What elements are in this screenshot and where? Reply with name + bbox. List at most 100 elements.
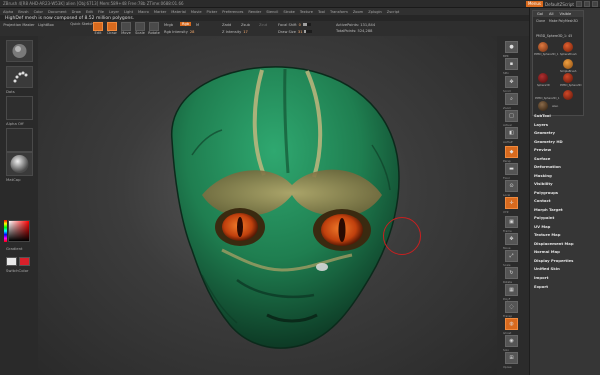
hue-strip[interactable]	[4, 220, 7, 242]
tool-thumb-6[interactable]	[563, 90, 573, 100]
tab-gol[interactable]: Gol	[537, 12, 543, 16]
secondary-color-swatch[interactable]	[19, 257, 30, 266]
close-icon[interactable]	[592, 1, 598, 7]
menu-file[interactable]: File	[98, 10, 104, 14]
menu-subtool[interactable]: SubTool	[534, 113, 551, 118]
alpha-picker[interactable]	[6, 96, 33, 120]
clone-button[interactable]: Clone	[536, 19, 545, 23]
menu-edit[interactable]: Edit	[86, 10, 93, 14]
menu-masking[interactable]: Masking	[534, 173, 552, 178]
menu-geometry-hd[interactable]: Geometry HD	[534, 139, 563, 144]
menu-uv-map[interactable]: UV Map	[534, 224, 550, 229]
menu-morph-target[interactable]: Morph Target	[534, 207, 563, 212]
persp-button[interactable]: ◆	[505, 146, 518, 158]
rotate-view-button[interactable]: ↻	[505, 267, 518, 279]
rgb-intensity-slider[interactable]: Rgb Intensity 28	[164, 29, 194, 34]
draw-size-slider[interactable]: Draw Size 31	[278, 29, 313, 34]
xpose-button[interactable]: ⊞	[505, 352, 518, 364]
zsub-toggle[interactable]: Zsub	[241, 23, 250, 27]
local-button[interactable]: ⊙	[505, 180, 518, 192]
tool-thumb-alien[interactable]	[538, 101, 548, 111]
scale-view-button[interactable]: ⤢	[505, 250, 518, 262]
tool-thumb-1[interactable]	[538, 42, 548, 52]
color-picker[interactable]	[8, 220, 30, 242]
menu-geometry[interactable]: Geometry	[534, 130, 555, 135]
menu-unified-skin[interactable]: Unified Skin	[534, 266, 560, 271]
gradient-label[interactable]: Gradient	[6, 246, 23, 251]
solo-button[interactable]: ◉	[505, 335, 518, 347]
menu-contact[interactable]: Contact	[534, 198, 551, 203]
alien-head-sculpt[interactable]	[52, 45, 482, 370]
m-toggle[interactable]: M	[196, 23, 199, 27]
minimize-icon[interactable]	[576, 1, 582, 7]
menu-preview[interactable]: Preview	[534, 147, 551, 152]
menu-light[interactable]: Light	[124, 10, 133, 14]
menu-transform[interactable]: Transform	[330, 10, 348, 14]
menu-export[interactable]: Export	[534, 284, 548, 289]
tool-thumb-2[interactable]	[563, 42, 573, 52]
stroke-picker[interactable]	[6, 66, 33, 88]
zadd-toggle[interactable]: Zadd	[222, 23, 231, 27]
menu-normal-map[interactable]: Normal Map	[534, 249, 560, 254]
quick-sketch-button[interactable]: Quick Sketch	[70, 22, 93, 26]
scale-button[interactable]: Scale	[134, 22, 146, 35]
menu-layer[interactable]: Layer	[109, 10, 119, 14]
rotate-button[interactable]: Rotate	[148, 22, 160, 35]
make-polymesh-button[interactable]: Make PolyMesh3D	[549, 19, 578, 23]
menu-preferences[interactable]: Preferences	[222, 10, 243, 14]
menu-polygroups[interactable]: Polygroups	[534, 190, 558, 195]
floor-button[interactable]: ▬	[505, 163, 518, 175]
menu-layers[interactable]: Layers	[534, 122, 548, 127]
menu-alpha[interactable]: Alpha	[3, 10, 13, 14]
menu-tool[interactable]: Tool	[318, 10, 325, 14]
zcut-toggle[interactable]: Zcut	[259, 23, 267, 27]
menu-movie[interactable]: Movie	[191, 10, 202, 14]
menu-document[interactable]: Document	[48, 10, 67, 14]
menu-visibility[interactable]: Visibility	[534, 181, 553, 186]
script-label[interactable]: DefaultZScript	[545, 2, 574, 7]
mrgb-toggle[interactable]: Mrgb	[164, 23, 173, 27]
menu-marker[interactable]: Marker	[154, 10, 166, 14]
brush-picker[interactable]	[6, 40, 33, 62]
spix-button[interactable]: ▪	[505, 58, 518, 70]
focal-shift-slider[interactable]: Focal Shift 0	[278, 22, 311, 27]
rgb-toggle[interactable]: Rgb	[180, 22, 192, 26]
menu-render[interactable]: Render	[248, 10, 261, 14]
frame-button[interactable]: ▣	[505, 216, 518, 228]
polyf-button[interactable]: ▦	[505, 284, 518, 296]
menu-zplugin[interactable]: Zplugin	[368, 10, 382, 14]
switch-color-label[interactable]: SwitchColor	[6, 268, 28, 273]
menu-draw[interactable]: Draw	[72, 10, 81, 14]
menu-picker[interactable]: Picker	[207, 10, 218, 14]
move-button[interactable]: Move	[120, 22, 132, 35]
menu-macro[interactable]: Macro	[138, 10, 149, 14]
menu-zoom[interactable]: Zoom	[353, 10, 363, 14]
xyz-button[interactable]: ✛	[505, 197, 518, 209]
menu-surface[interactable]: Surface	[534, 156, 550, 161]
tool-thumb-5[interactable]	[563, 73, 573, 83]
menu-material[interactable]: Material	[171, 10, 186, 14]
draw-button[interactable]: Draw	[106, 22, 118, 35]
menu-zscript[interactable]: Zscript	[387, 10, 399, 14]
primary-color-swatch[interactable]	[6, 257, 17, 266]
edit-button[interactable]: Edit	[92, 22, 104, 35]
material-picker[interactable]	[6, 152, 33, 176]
tool-thumb-4[interactable]	[538, 73, 548, 83]
ghost-button[interactable]: ◍	[505, 318, 518, 330]
menu-stencil[interactable]: Stencil	[266, 10, 278, 14]
menu-deformation[interactable]: Deformation	[534, 164, 561, 169]
lightbox-button[interactable]: LightBox	[35, 23, 57, 27]
menu-stroke[interactable]: Stroke	[283, 10, 294, 14]
z-intensity-slider[interactable]: Z Intensity 17	[222, 29, 248, 34]
transp-button[interactable]: ◌	[505, 301, 518, 313]
move-view-button[interactable]: ✥	[505, 233, 518, 245]
maximize-icon[interactable]	[584, 1, 590, 7]
zoom-button[interactable]: ⌕	[505, 93, 518, 105]
tab-all[interactable]: All	[549, 12, 553, 16]
menu-polypaint[interactable]: Polypaint	[534, 215, 554, 220]
tab-visible[interactable]: Visible	[559, 12, 571, 16]
menu-color[interactable]: Color	[34, 10, 43, 14]
aahalf-button[interactable]: ◧	[505, 127, 518, 139]
menus-button[interactable]: Menus	[525, 1, 544, 7]
scroll-button[interactable]: ✥	[505, 76, 518, 88]
